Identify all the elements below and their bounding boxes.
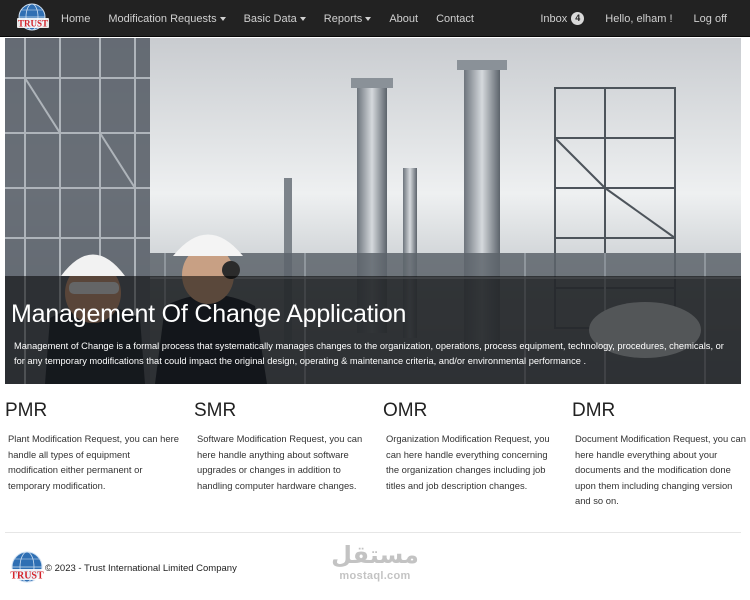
- feature-text-dmr: Document Modification Request, you can h…: [575, 433, 746, 506]
- feature-column-smr: SMR Software Modification Request, you c…: [194, 400, 369, 493]
- feature-column-pmr: PMR Plant Modification Request, you can …: [5, 400, 180, 493]
- footer-logo-wordmark: TRUST: [10, 571, 44, 582]
- trust-logo-icon[interactable]: TRUST: [14, 2, 52, 35]
- feature-title-smr: SMR: [194, 400, 237, 421]
- watermark-latin: mostaql.com: [339, 570, 411, 582]
- nav-about-label: About: [389, 12, 419, 25]
- footer-divider: [5, 532, 741, 533]
- nav-about[interactable]: About: [380, 0, 427, 37]
- nav-log-off[interactable]: Log off: [682, 0, 736, 37]
- nav-modification-requests[interactable]: Modification Requests: [99, 0, 234, 37]
- hero-description: Management of Change is a formal process…: [14, 341, 724, 366]
- logo-wordmark: TRUST: [18, 19, 48, 29]
- feature-column-dmr: DMR Document Modification Request, you c…: [572, 400, 747, 509]
- feature-title-pmr: PMR: [5, 400, 48, 421]
- caret-down-icon: [299, 16, 306, 21]
- footer-copyright: © 2023 - Trust International Limited Com…: [45, 563, 237, 574]
- feature-column-omr: OMR Organization Modification Request, y…: [383, 400, 558, 493]
- caret-down-icon: [365, 16, 372, 21]
- nav-modification-requests-label: Modification Requests: [108, 12, 217, 25]
- user-greeting-label: Hello, elham !: [605, 12, 673, 25]
- mostaql-watermark: مستقل mostaql.com: [329, 542, 421, 582]
- feature-title-dmr: DMR: [572, 400, 616, 421]
- watermark-arabic: مستقل: [331, 542, 419, 569]
- nav-reports[interactable]: Reports: [315, 0, 381, 37]
- user-menu: Inbox 4 Hello, elham ! Log off: [531, 0, 736, 37]
- feature-text-omr: Organization Modification Request, you c…: [386, 433, 550, 491]
- nav-reports-label: Reports: [323, 12, 363, 25]
- trust-logo-icon: TRUST: [10, 551, 44, 583]
- nav-home-label: Home: [61, 12, 91, 25]
- feature-text-pmr: Plant Modification Request, you can here…: [8, 433, 179, 491]
- nav-basic-data-label: Basic Data: [243, 12, 297, 25]
- inbox-count-badge: 4: [571, 12, 585, 25]
- caret-down-icon: [219, 16, 226, 21]
- hero-banner: Management Of Change Application Managem…: [5, 38, 741, 384]
- main-menu: Home Modification Requests Basic Data Re…: [52, 0, 483, 37]
- feature-text-smr: Software Modification Request, you can h…: [197, 433, 363, 491]
- top-navbar: TRUST Home Modification Requests Basic D…: [0, 0, 750, 37]
- nav-contact-label: Contact: [436, 12, 474, 25]
- nav-inbox-label: Inbox: [540, 12, 568, 25]
- nav-contact[interactable]: Contact: [427, 0, 483, 37]
- log-off-label: Log off: [693, 12, 727, 25]
- nav-inbox[interactable]: Inbox 4: [531, 0, 593, 37]
- hero-title: Management Of Change Application: [11, 300, 407, 328]
- nav-home[interactable]: Home: [52, 0, 99, 37]
- nav-basic-data[interactable]: Basic Data: [235, 0, 315, 37]
- feature-title-omr: OMR: [383, 400, 428, 421]
- nav-user-greeting[interactable]: Hello, elham !: [593, 0, 681, 37]
